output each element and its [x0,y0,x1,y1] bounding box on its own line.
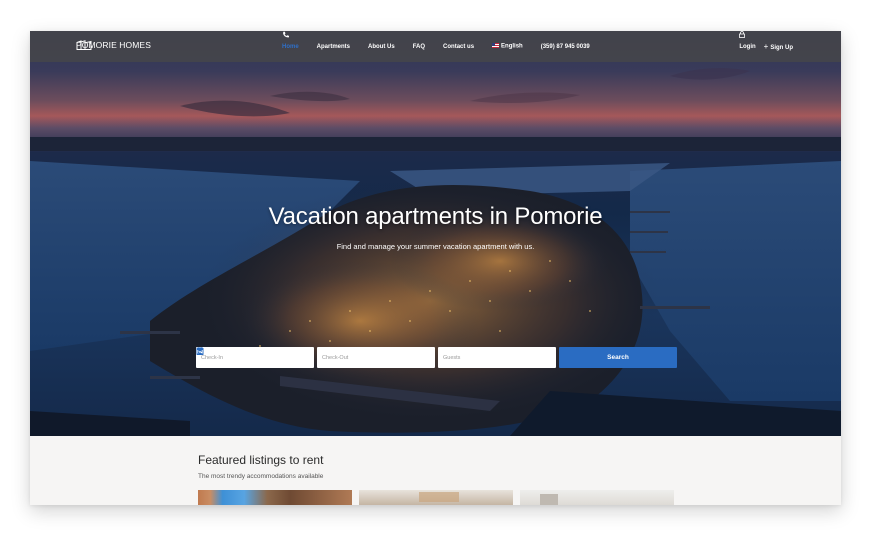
signup-label: Sign Up [770,45,793,51]
brand-logo[interactable]: POMORIE HOMES [76,40,151,50]
hero-subtitle: Find and manage your summer vacation apa… [336,242,535,251]
search-button[interactable]: Search [559,347,677,368]
checkin-input[interactable] [201,354,291,361]
phone-icon [283,31,289,38]
listing-card[interactable] [198,490,352,505]
plus-icon: + [763,42,769,51]
featured-section: Featured listings to rent The most trend… [30,436,841,505]
browser-page: POMORIE HOMES Home Apartments About Us F… [30,31,841,505]
hero-background-photo [30,68,841,436]
top-navbar: POMORIE HOMES Home Apartments About Us F… [30,31,841,62]
auth-links: Login + Sign Up [739,31,793,62]
checkout-input[interactable] [322,354,412,361]
nav-contact-us[interactable]: Contact us [443,44,474,50]
listing-card[interactable] [520,490,674,505]
guests-input[interactable] [443,354,533,361]
us-flag-icon [492,43,500,49]
phone-number: (359) 87 945 0039 [540,43,590,50]
lock-icon [739,31,746,38]
featured-subtitle: The most trendy accommodations available [198,473,324,480]
building-icon [76,40,92,50]
hero-title: Vacation apartments in Pomorie [268,203,603,230]
user-icon [196,347,204,355]
main-nav: Home Apartments About Us FAQ Contact us … [282,31,608,62]
login-label: Login [739,43,756,50]
checkin-field[interactable] [196,347,314,368]
hero-section: POMORIE HOMES Home Apartments About Us F… [30,31,841,436]
nav-about-us[interactable]: About Us [368,44,395,50]
nav-home[interactable]: Home [282,44,299,50]
featured-title: Featured listings to rent [198,453,324,467]
language-label: English [501,43,523,50]
listing-cards [198,490,674,505]
nav-apartments[interactable]: Apartments [317,44,350,50]
listing-card[interactable] [359,490,513,505]
login-link[interactable]: Login [739,31,756,50]
signup-link[interactable]: + Sign Up [764,42,793,51]
language-selector[interactable]: English [492,43,523,50]
checkout-field[interactable] [196,347,435,368]
phone-link[interactable]: (359) 87 945 0039 [283,31,590,50]
nav-faq[interactable]: FAQ [413,44,425,50]
search-form: Search [196,347,677,368]
guests-field[interactable] [196,347,556,368]
